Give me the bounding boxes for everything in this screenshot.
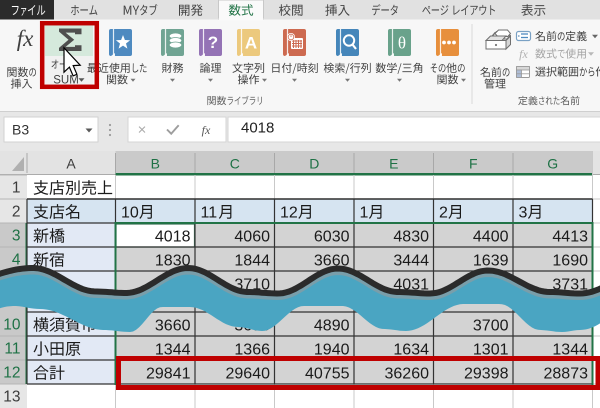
svg-text:fx: fx [519, 47, 528, 61]
svg-text:×: × [138, 121, 147, 138]
svg-text:29841: 29841 [146, 365, 191, 382]
svg-text:4830: 4830 [393, 228, 429, 245]
svg-text:12: 12 [3, 365, 20, 382]
svg-text:29640: 29640 [226, 365, 271, 382]
svg-text:3: 3 [519, 204, 528, 221]
svg-text:G: G [547, 156, 558, 172]
svg-text:1301: 1301 [473, 341, 509, 358]
svg-text:4060: 4060 [234, 228, 270, 245]
svg-text:3660: 3660 [155, 317, 191, 334]
svg-text:E: E [389, 156, 398, 172]
svg-text:1844: 1844 [234, 252, 270, 269]
svg-text:12: 12 [280, 204, 298, 221]
svg-text:2: 2 [12, 204, 21, 221]
svg-text:1940: 1940 [314, 341, 350, 358]
svg-text:28873: 28873 [544, 365, 589, 382]
svg-text:10: 10 [3, 317, 21, 334]
svg-text:11: 11 [201, 204, 218, 221]
svg-text:θ: θ [398, 34, 406, 53]
svg-text:40755: 40755 [305, 365, 350, 382]
svg-text:D: D [309, 156, 319, 172]
svg-text:fx: fx [17, 26, 34, 51]
svg-text:1634: 1634 [393, 341, 429, 358]
svg-text:4890: 4890 [314, 317, 350, 334]
svg-text:1344: 1344 [552, 341, 588, 358]
svg-text:1: 1 [12, 180, 21, 197]
svg-text:10: 10 [121, 204, 139, 221]
svg-text:1690: 1690 [552, 252, 588, 269]
svg-text:29398: 29398 [464, 365, 509, 382]
svg-text:1: 1 [360, 204, 369, 221]
svg-text:36260: 36260 [385, 365, 430, 382]
svg-text:fx: fx [202, 123, 211, 137]
svg-text:3: 3 [12, 228, 21, 245]
svg-text:3700: 3700 [473, 317, 509, 334]
svg-text:A: A [66, 156, 76, 172]
svg-text:4400: 4400 [473, 228, 509, 245]
svg-text:?: ? [208, 33, 218, 52]
svg-text:6030: 6030 [314, 228, 350, 245]
svg-text:4018: 4018 [155, 228, 191, 245]
svg-text:4413: 4413 [552, 228, 588, 245]
svg-text:A: A [245, 34, 257, 53]
svg-text:4018: 4018 [241, 119, 274, 136]
svg-text:1366: 1366 [234, 341, 270, 358]
svg-text:F: F [469, 156, 478, 172]
svg-text:13: 13 [3, 389, 20, 406]
svg-text:11: 11 [4, 341, 20, 358]
svg-text:3444: 3444 [393, 252, 429, 269]
svg-text:B: B [151, 156, 160, 172]
svg-text:1639: 1639 [473, 252, 509, 269]
svg-text:C: C [230, 156, 240, 172]
svg-text:2: 2 [439, 204, 448, 221]
svg-text:B3: B3 [12, 122, 29, 138]
svg-text:1344: 1344 [155, 341, 191, 358]
